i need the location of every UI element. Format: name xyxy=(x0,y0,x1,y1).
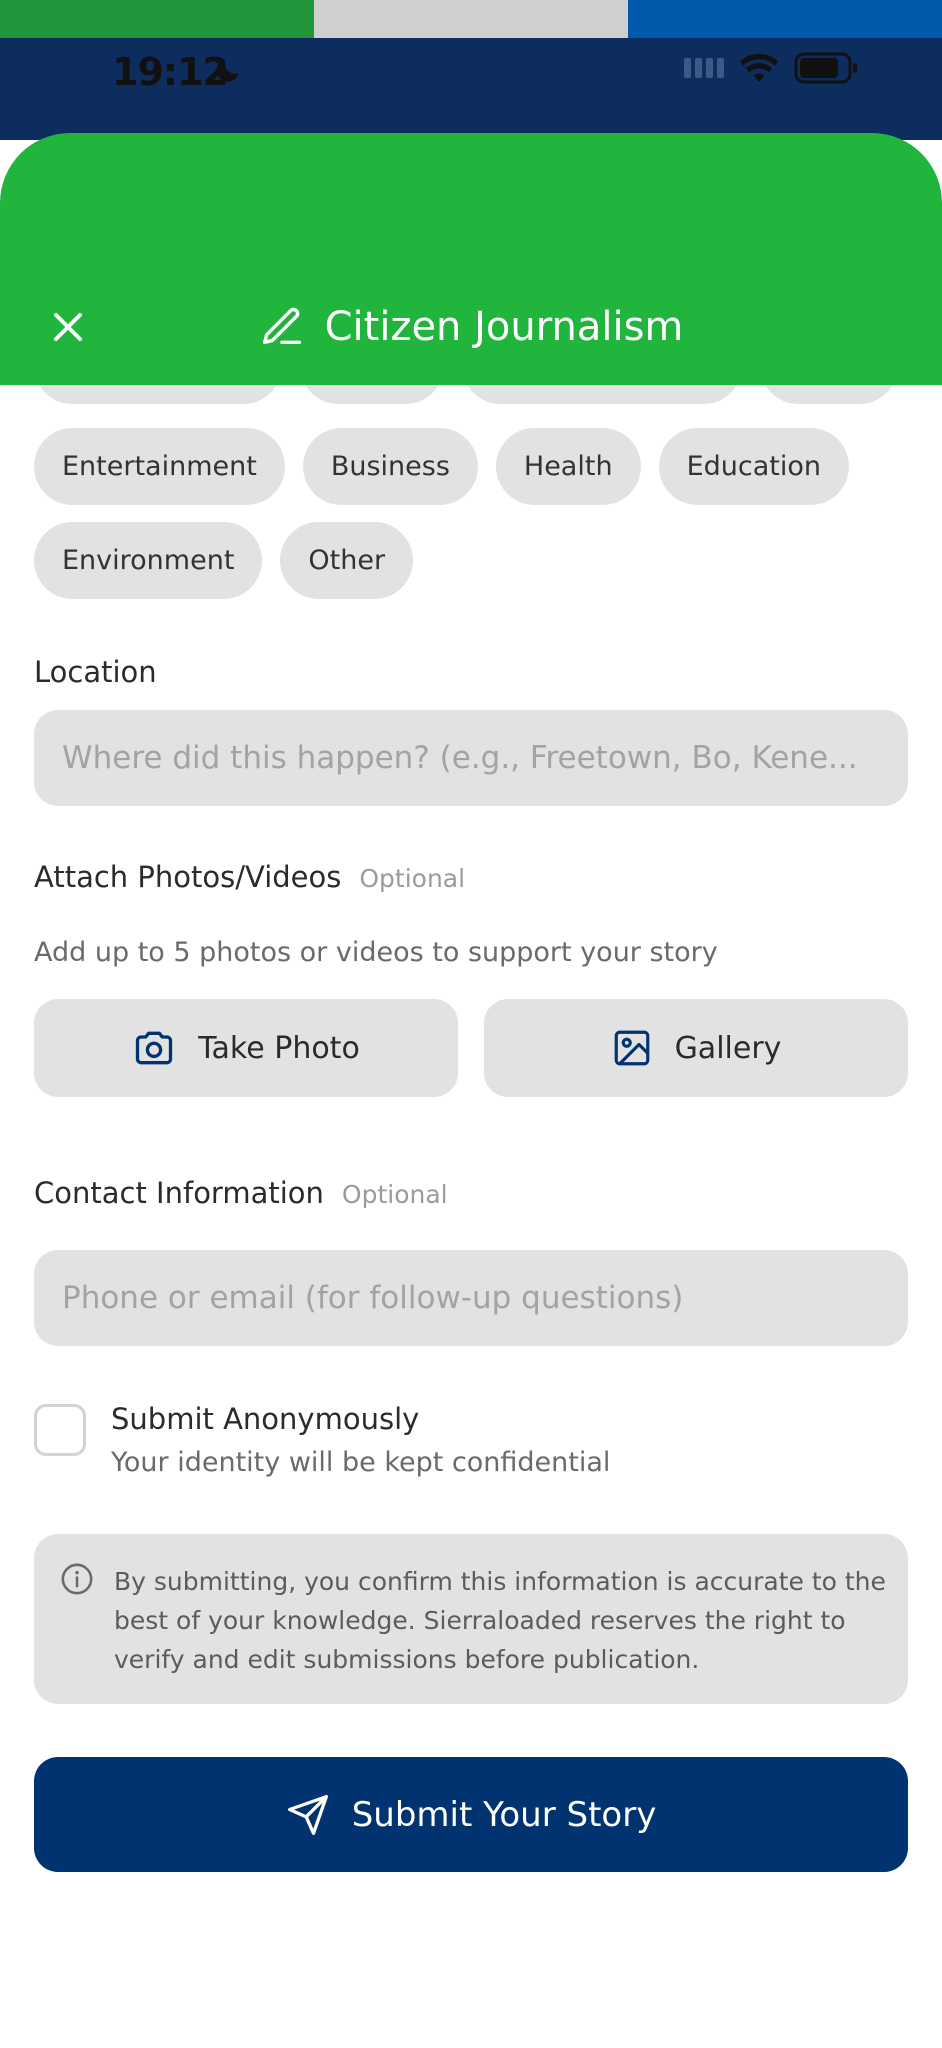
location-label: Location xyxy=(34,655,157,689)
submit-label: Submit Your Story xyxy=(351,1794,657,1835)
location-input[interactable] xyxy=(34,710,908,806)
info-icon xyxy=(61,1563,93,1595)
category-chip-other[interactable]: Other xyxy=(280,522,414,599)
attachments-label-row: Attach Photos/Videos Optional xyxy=(34,860,465,894)
header-title-group: Citizen Journalism xyxy=(0,303,942,351)
anonymous-checkbox[interactable] xyxy=(34,1404,86,1456)
category-chip-entertainment[interactable]: Entertainment xyxy=(34,428,285,505)
pen-icon xyxy=(262,307,301,345)
gallery-button[interactable]: Gallery xyxy=(484,999,908,1097)
send-icon xyxy=(287,1794,328,1835)
flag-strip xyxy=(0,0,942,38)
contact-label: Contact Information xyxy=(34,1176,324,1210)
camera-icon xyxy=(136,1031,173,1065)
page-title: Citizen Journalism xyxy=(324,304,684,350)
status-bar: 19:12 xyxy=(0,38,942,140)
status-icons xyxy=(684,52,860,84)
attachments-optional-tag: Optional xyxy=(359,864,466,893)
category-chips-row-2: Environment Other xyxy=(34,522,414,599)
contact-optional-tag: Optional xyxy=(341,1180,448,1209)
flag-blue-segment xyxy=(628,0,942,38)
category-chip-partial[interactable] xyxy=(760,385,898,404)
wifi-icon xyxy=(739,53,779,82)
category-chip-education[interactable]: Education xyxy=(658,428,849,505)
attachments-helper-text: Add up to 5 photos or videos to support … xyxy=(34,937,718,968)
submit-story-button[interactable]: Submit Your Story xyxy=(34,1757,908,1872)
anonymous-title: Submit Anonymously xyxy=(111,1402,420,1436)
take-photo-label: Take Photo xyxy=(198,1030,360,1066)
image-icon xyxy=(614,1030,649,1066)
sheet-header: Citizen Journalism xyxy=(0,133,942,385)
attachments-label: Attach Photos/Videos xyxy=(34,860,342,894)
contact-input[interactable] xyxy=(34,1250,908,1346)
category-chip-environment[interactable]: Environment xyxy=(34,522,263,599)
submission-notice: By submitting, you confirm this informat… xyxy=(34,1534,908,1704)
category-chips-row-1: Entertainment Business Health Education xyxy=(34,428,849,505)
signal-icon xyxy=(684,58,724,78)
status-time: 19:12 xyxy=(112,50,229,94)
battery-icon xyxy=(794,52,857,84)
anonymous-subtitle: Your identity will be kept confidential xyxy=(111,1447,611,1478)
flag-green-segment xyxy=(0,0,314,38)
gallery-label: Gallery xyxy=(674,1030,782,1066)
category-chips-hidden-row xyxy=(34,385,898,404)
category-chip-partial[interactable] xyxy=(462,385,742,404)
category-chip-business[interactable]: Business xyxy=(302,428,478,505)
category-chip-partial[interactable] xyxy=(34,385,282,404)
contact-label-row: Contact Information Optional xyxy=(34,1176,448,1210)
category-chip-partial[interactable] xyxy=(300,385,444,404)
flag-white-segment xyxy=(314,0,628,38)
take-photo-button[interactable]: Take Photo xyxy=(34,999,458,1097)
category-chip-health[interactable]: Health xyxy=(495,428,641,505)
moon-icon xyxy=(216,59,239,82)
notice-text: By submitting, you confirm this informat… xyxy=(114,1567,886,1674)
form-content[interactable]: Entertainment Business Health Education … xyxy=(0,385,942,2048)
